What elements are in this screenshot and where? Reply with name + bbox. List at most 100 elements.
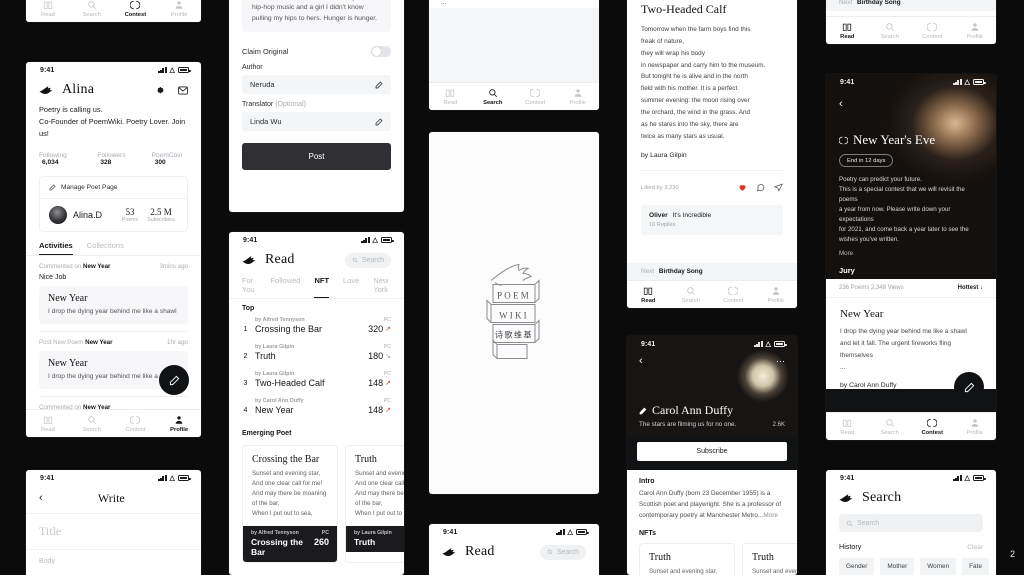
tab-search[interactable]: Search	[472, 88, 515, 106]
tab-bar[interactable]: Read Search Contest Profile	[627, 280, 797, 308]
logo-line-1: POEM	[497, 290, 531, 301]
write-fab[interactable]	[954, 372, 984, 402]
claim-original-row[interactable]: Claim Original	[242, 46, 391, 58]
tab-search[interactable]: Search	[670, 286, 713, 304]
tab-contest[interactable]: Contest	[911, 22, 954, 40]
history-tag[interactable]: Gender	[839, 558, 875, 575]
activity-item[interactable]: Commented on New Year 3mins ago Nice Job…	[39, 256, 188, 331]
translator-field[interactable]: Linda Wu	[242, 112, 391, 132]
manage-poet-page-button[interactable]: Manage Poet Page	[40, 177, 187, 198]
more-button[interactable]: More	[839, 250, 983, 257]
tab-read[interactable]: Read	[26, 0, 70, 18]
tab-contest[interactable]: Contest	[114, 415, 158, 433]
tab-profile[interactable]: Profile	[157, 415, 201, 433]
tab-contest[interactable]: Contest	[712, 286, 755, 304]
poem-card[interactable]: New Year I drop the dying year behind me…	[39, 285, 188, 324]
stat-following[interactable]: Following 6,034	[39, 152, 77, 166]
tab-profile[interactable]: Profile	[157, 0, 201, 18]
search-input[interactable]: Search	[344, 252, 391, 268]
body-input[interactable]: Body	[39, 558, 188, 565]
subscribe-button[interactable]: Subscribe	[637, 442, 787, 461]
tab-search-label: Search	[82, 11, 101, 18]
author-field[interactable]: Neruda	[242, 75, 391, 95]
post-button[interactable]: Post	[242, 143, 391, 171]
tab-profile[interactable]: Profile	[954, 418, 997, 436]
entries-stats: 236 Poems 2,348 Views	[839, 285, 904, 291]
intro-more[interactable]: More	[763, 512, 778, 519]
back-icon[interactable]: ‹	[639, 356, 643, 367]
table-row[interactable]: 2 by Laura Gilpin Truth PC 180 ↘	[242, 339, 391, 366]
tab-search[interactable]: Search	[869, 22, 912, 40]
search-icon	[885, 418, 895, 428]
tab-bar[interactable]: Read Search Contest Profile	[26, 409, 201, 437]
nft-card[interactable]: Truth Sunset and evening star, And one c…	[742, 542, 797, 575]
table-row[interactable]: 3 by Laura Gilpin Two-Headed Calf PC 148…	[242, 366, 391, 393]
filter-for-you[interactable]: For You	[242, 276, 256, 298]
filter-followed[interactable]: Followed	[270, 276, 300, 298]
person-icon	[970, 22, 980, 32]
profile-stats: Following 6,034 Followers 328 PoemCoin 3…	[39, 152, 188, 166]
more-icon[interactable]: ⋯	[776, 357, 785, 366]
stat-poemcoin[interactable]: PoemCoin 300	[152, 152, 188, 166]
history-tag[interactable]: Fate	[962, 558, 989, 575]
tab-bar[interactable]: Read Search Contest Profile	[826, 16, 996, 44]
tab-bar[interactable]: Read Search Contest Profile	[826, 412, 996, 440]
tab-bar[interactable]: Read Search Contest Profile	[429, 82, 599, 110]
nft-card[interactable]: Truth Sunset and evening star, And one c…	[345, 445, 404, 564]
back-icon[interactable]: ‹	[839, 98, 843, 110]
pen-icon	[49, 184, 56, 191]
profile-section-tabs[interactable]: Activities Collections	[26, 232, 201, 255]
tab-bar[interactable]: Read Search Contest Profile	[26, 0, 201, 22]
heart-icon[interactable]	[738, 179, 747, 197]
comment-icon[interactable]	[756, 179, 765, 197]
stat-followers[interactable]: Followers 328	[97, 152, 131, 166]
tab-contest[interactable]: Contest	[911, 418, 954, 436]
gear-icon[interactable]	[154, 85, 165, 96]
history-tag[interactable]: Women	[920, 558, 957, 575]
wifi-icon: △	[964, 78, 970, 86]
comment-block[interactable]: Oliver It's Incredible 16 Replies	[641, 205, 783, 236]
next-poem-bar[interactable]: Next Birthday Song	[826, 0, 996, 11]
filter-nft[interactable]: NFT	[314, 276, 330, 298]
emerging-poet-label: Emerging Poet	[242, 430, 292, 437]
write-fab[interactable]	[159, 365, 189, 395]
nft-card[interactable]: Truth Sunset and evening star, And one c…	[639, 542, 735, 575]
tab-search[interactable]: Search	[70, 415, 114, 433]
status-bar: 9:41 △	[627, 336, 797, 352]
sort-button[interactable]: Hottest ↓	[958, 285, 983, 291]
table-row[interactable]: 4 by Carol Ann Duffy New Year PC 148 ↗	[242, 393, 391, 420]
tab-contest[interactable]: Contest	[114, 0, 158, 18]
next-poem-bar[interactable]: Next Birthday Song	[627, 263, 797, 280]
tab-read[interactable]: Read	[26, 415, 70, 433]
tab-profile[interactable]: Profile	[954, 22, 997, 40]
title-input[interactable]: Title	[39, 524, 188, 539]
nft-card[interactable]: Crossing the Bar Sunset and evening star…	[242, 445, 338, 564]
send-icon[interactable]	[773, 179, 783, 197]
tab-read[interactable]: Read	[429, 88, 472, 106]
tab-contest[interactable]: Contest	[514, 88, 557, 106]
history-tag[interactable]: Mother	[880, 558, 915, 575]
tab-activities[interactable]: Activities	[39, 241, 73, 255]
search-input[interactable]: Search	[539, 544, 586, 560]
search-input[interactable]: Search	[839, 514, 983, 532]
tab-read[interactable]: Read	[627, 286, 670, 304]
table-row[interactable]: 1 by Alfred Tennyson Crossing the Bar PC…	[242, 312, 391, 339]
tab-search[interactable]: Search	[70, 0, 114, 18]
tab-search[interactable]: Search	[869, 418, 912, 436]
phone-poem-detail-top-fragment: Next Birthday Song Read Search Contest P…	[826, 0, 996, 44]
book-icon	[842, 22, 852, 32]
poem-body: Tomorrow when the farm boys find this fr…	[641, 26, 766, 140]
claim-original-toggle[interactable]	[371, 46, 391, 58]
tab-profile[interactable]: Profile	[755, 286, 798, 304]
mail-icon[interactable]	[177, 85, 188, 96]
tab-read[interactable]: Read	[826, 418, 869, 436]
tab-collections[interactable]: Collections	[87, 241, 124, 255]
nft-card-footer: by Laura GilpinPC Truth	[346, 526, 404, 553]
tab-profile[interactable]: Profile	[557, 88, 600, 106]
tab-read[interactable]: Read	[826, 22, 869, 40]
clear-button[interactable]: Clear	[967, 544, 983, 551]
read-filter-tabs[interactable]: For You Followed NFT Love New York	[229, 274, 404, 298]
filter-new-york[interactable]: New York	[373, 276, 391, 298]
filter-love[interactable]: Love	[343, 276, 359, 298]
poet-row[interactable]: Alina.D 53 Poems 2.5 M Subscribers	[40, 199, 187, 231]
